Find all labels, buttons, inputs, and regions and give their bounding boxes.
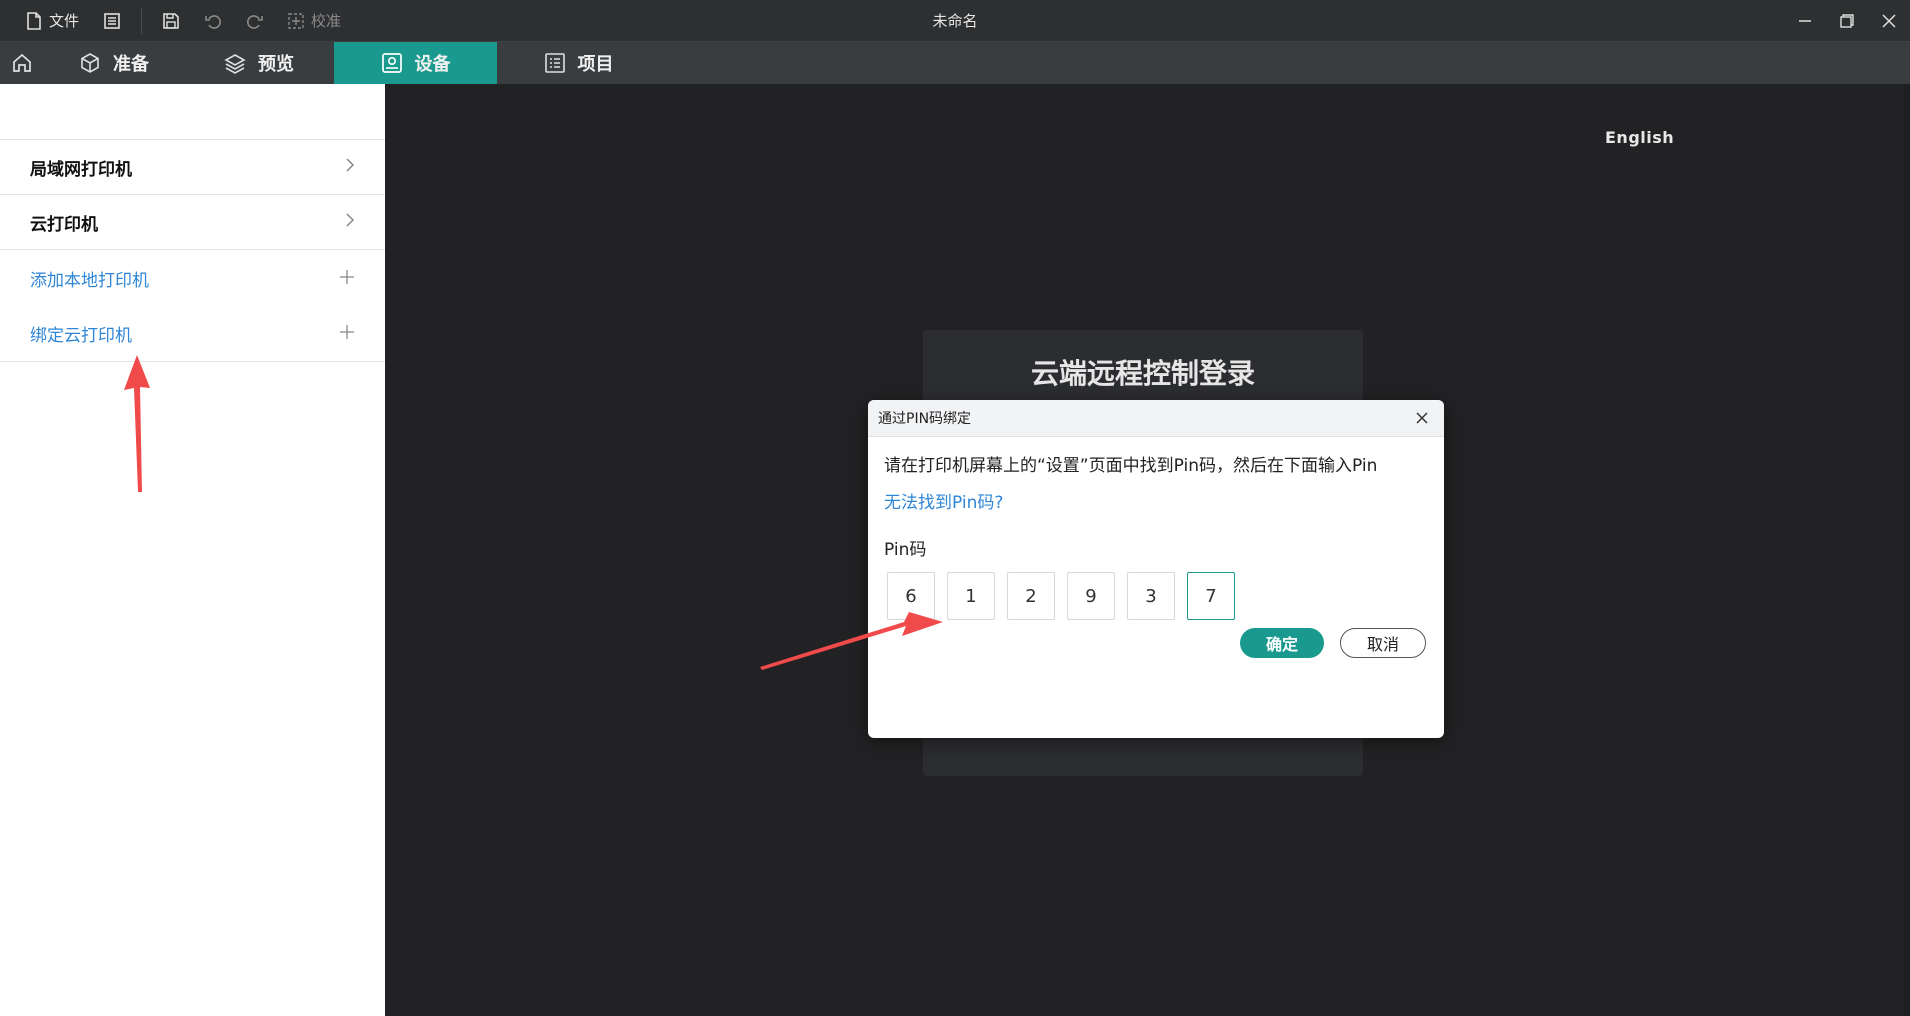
tab-project[interactable]: 项目 — [497, 42, 660, 84]
minimize-button[interactable] — [1784, 0, 1826, 42]
pin-digit-input[interactable]: 1 — [947, 572, 995, 620]
pin-digit-input[interactable]: 3 — [1127, 572, 1175, 620]
restore-button[interactable] — [1826, 0, 1868, 42]
confirm-button[interactable]: 确定 — [1240, 628, 1324, 658]
calibrate-label: 校准 — [311, 12, 342, 30]
home-icon — [13, 53, 31, 72]
tab-preview-label: 预览 — [258, 54, 294, 75]
pin-digit-input[interactable]: 9 — [1067, 572, 1115, 620]
close-icon — [1882, 14, 1896, 28]
sidebar-item-label: 局域网打印机 — [30, 159, 132, 180]
sidebar-item-cloud-printer[interactable]: 云打印机 — [0, 195, 385, 250]
pin-label: Pin码 — [884, 540, 927, 560]
sidebar-header — [0, 84, 385, 140]
sidebar-item-bind-cloud-printer[interactable]: 绑定云打印机 — [0, 306, 385, 362]
tab-preview[interactable]: 预览 — [184, 42, 334, 84]
menu-list-icon — [104, 12, 120, 29]
pin-digit-input[interactable]: 6 — [887, 572, 935, 620]
sidebar-item-label: 绑定云打印机 — [30, 326, 132, 346]
undo-icon — [205, 14, 222, 29]
save-button[interactable] — [150, 0, 192, 41]
close-icon — [1416, 412, 1428, 424]
sidebar-item-lan-printer[interactable]: 局域网打印机 — [0, 140, 385, 195]
home-button[interactable] — [0, 42, 44, 84]
undo-button[interactable] — [192, 0, 234, 41]
restore-icon — [1840, 14, 1854, 28]
cancel-button[interactable]: 取消 — [1340, 628, 1426, 658]
file-menu-button[interactable]: 文件 — [14, 0, 91, 41]
pin-digit-input[interactable]: 2 — [1007, 572, 1055, 620]
printer-sidebar: 局域网打印机 云打印机 添加本地打印机 绑定云打印机 — [0, 84, 385, 1016]
redo-icon — [247, 14, 263, 29]
main-nav-bar: 准备 预览 设备 项目 — [0, 42, 1910, 84]
tab-prepare-label: 准备 — [113, 54, 149, 75]
tab-project-label: 项目 — [577, 54, 614, 75]
login-title: 云端远程控制登录 — [1030, 357, 1255, 390]
tab-prepare[interactable]: 准备 — [44, 42, 184, 84]
chevron-right-icon — [345, 212, 355, 233]
language-switch[interactable]: English — [1605, 128, 1674, 147]
tab-device[interactable]: 设备 — [334, 42, 497, 84]
sidebar-item-label: 云打印机 — [30, 214, 98, 235]
calibrate-button[interactable]: 校准 — [276, 0, 353, 41]
cannot-find-pin-link[interactable]: 无法找到Pin码? — [884, 488, 1428, 513]
pin-bind-dialog: 通过PIN码绑定 请在打印机屏幕上的“设置”页面中找到Pin码，然后在下面输入P… — [868, 400, 1444, 738]
tab-device-label: 设备 — [414, 54, 451, 75]
list-icon — [544, 53, 565, 73]
save-icon — [163, 12, 179, 29]
sidebar-item-label: 添加本地打印机 — [30, 270, 149, 291]
pin-digit-input[interactable]: 7 — [1187, 572, 1235, 620]
file-menu-label: 文件 — [49, 12, 80, 30]
redo-button[interactable] — [234, 0, 276, 41]
dialog-close-button[interactable] — [1410, 406, 1434, 430]
file-icon — [27, 11, 41, 30]
calibrate-icon — [288, 12, 304, 29]
cube-icon — [81, 53, 99, 73]
menu-list-button[interactable] — [91, 0, 133, 41]
device-icon — [381, 53, 402, 73]
toolbar-divider — [141, 7, 143, 34]
minimize-icon — [1799, 20, 1811, 22]
dialog-description: 请在打印机屏幕上的“设置”页面中找到Pin码，然后在下面输入Pin — [884, 456, 1378, 476]
dialog-title: 通过PIN码绑定 — [878, 411, 972, 427]
plus-icon — [339, 321, 355, 346]
dialog-header: 通过PIN码绑定 — [868, 400, 1444, 437]
plus-icon — [339, 266, 355, 291]
scrollbar[interactable] — [1904, 84, 1910, 1016]
title-bar: 文件 校准 未命名 — [0, 0, 1910, 42]
chevron-right-icon — [345, 157, 355, 178]
sidebar-item-add-local-printer[interactable]: 添加本地打印机 — [0, 250, 385, 306]
close-window-button[interactable] — [1868, 0, 1910, 42]
pin-input-group: 6 1 2 9 3 7 — [884, 572, 1428, 620]
layers-icon — [224, 54, 246, 74]
